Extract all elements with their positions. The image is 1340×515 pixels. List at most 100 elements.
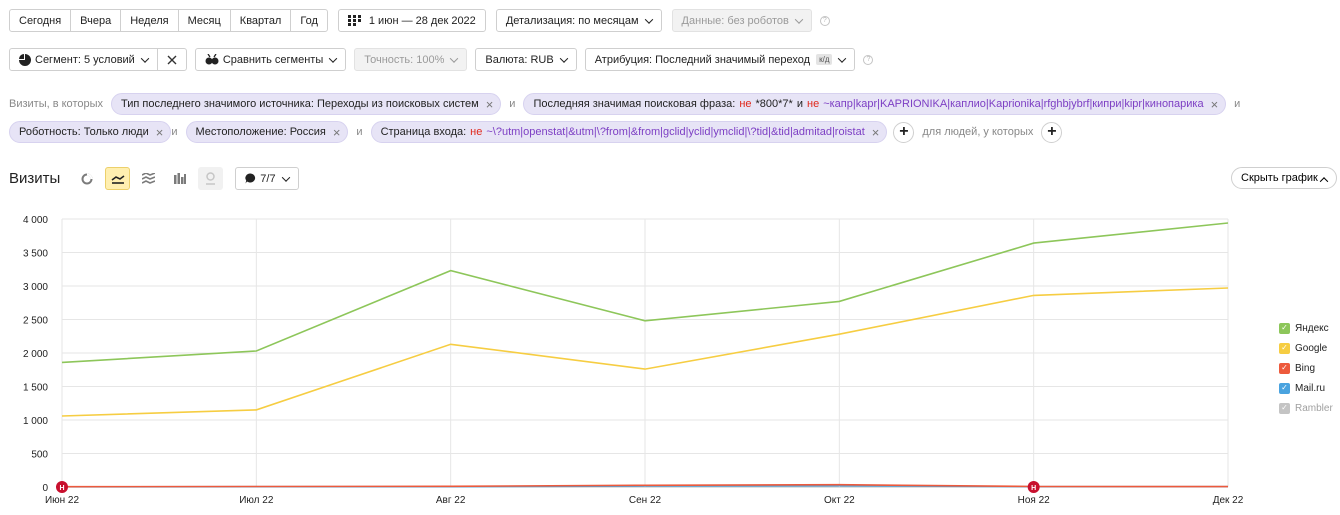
x-tick-label: Окт 22 bbox=[824, 495, 855, 506]
condition-chip-robots[interactable]: Роботность: Только люди × bbox=[9, 121, 172, 143]
compare-icon bbox=[205, 54, 219, 65]
checkbox-icon[interactable]: ✓ bbox=[1279, 322, 1290, 334]
y-tick-label: 3 000 bbox=[23, 282, 48, 293]
checkbox-icon[interactable]: ✓ bbox=[1279, 402, 1290, 414]
segment-clear-button[interactable] bbox=[156, 48, 187, 71]
chevron-down-icon bbox=[140, 53, 150, 63]
robots-label: Данные: без роботов bbox=[681, 14, 789, 27]
comment-icon bbox=[245, 173, 256, 184]
condition-chip-search-phrase[interactable]: Последняя значимая поисковая фраза: не *… bbox=[523, 93, 1227, 115]
segment-group: Сегмент: 5 условий bbox=[9, 48, 187, 71]
conjunction: и bbox=[796, 98, 803, 110]
close-icon[interactable]: × bbox=[872, 126, 880, 139]
legend-item[interactable]: ✓ Bing bbox=[1279, 358, 1333, 378]
legend-item[interactable]: ✓ Google bbox=[1279, 338, 1333, 358]
conditions-lead: Визиты, в которых bbox=[9, 98, 103, 110]
legend-label: Rambler bbox=[1295, 402, 1333, 414]
negation-label: не bbox=[807, 98, 820, 110]
condition-chip-label: Роботность: Только люди bbox=[19, 126, 149, 138]
detail-label: Детализация: по месяцам bbox=[505, 14, 639, 27]
add-people-condition-button[interactable]: + bbox=[1041, 121, 1063, 143]
negation-label: не bbox=[739, 98, 752, 110]
y-tick-label: 0 bbox=[42, 483, 48, 494]
date-range-label: 1 июн — 28 дек 2022 bbox=[368, 14, 476, 27]
condition-chip-value: *800*7* bbox=[755, 98, 793, 110]
legend-item[interactable]: ✓ Яндекс bbox=[1279, 318, 1333, 338]
segment-dropdown[interactable]: Сегмент: 5 условий bbox=[9, 48, 158, 71]
chevron-down-icon bbox=[281, 172, 290, 182]
legend-label: Bing bbox=[1295, 362, 1316, 374]
checkbox-icon[interactable]: ✓ bbox=[1279, 382, 1290, 394]
checkbox-icon[interactable]: ✓ bbox=[1279, 342, 1290, 354]
accuracy-label: Точность: 100% bbox=[364, 53, 445, 66]
attribution-dropdown[interactable]: Атрибуция: Последний значимый переход к/… bbox=[584, 48, 856, 71]
close-icon[interactable]: × bbox=[486, 98, 494, 111]
close-icon bbox=[167, 55, 177, 64]
close-icon[interactable]: × bbox=[156, 126, 164, 139]
x-tick-label: Сен 22 bbox=[629, 495, 662, 506]
condition-chip-label: Тип последнего значимого источника: Пере… bbox=[121, 98, 479, 110]
attribution-badge: к/д bbox=[816, 54, 833, 65]
period-week-button[interactable]: Неделя bbox=[120, 9, 179, 32]
toolbar-period: Сегодня Вчера Неделя Месяц Квартал Год 1… bbox=[9, 9, 830, 32]
checkbox-icon[interactable]: ✓ bbox=[1279, 362, 1290, 374]
chevron-down-icon bbox=[328, 53, 338, 63]
chevron-up-icon bbox=[1319, 177, 1329, 186]
condition-chip-value: ~капр|kapr|KAPRIONIKA|каплио|Kaprionika|… bbox=[823, 98, 1204, 110]
condition-chip-label: Последняя значимая поисковая фраза: bbox=[533, 98, 736, 110]
area-chart-type-icon[interactable] bbox=[136, 167, 161, 190]
period-selector: Сегодня Вчера Неделя Месяц Квартал Год bbox=[9, 9, 328, 32]
currency-dropdown[interactable]: Валюта: RUB bbox=[475, 48, 577, 71]
close-icon[interactable]: × bbox=[333, 126, 341, 139]
close-icon[interactable]: × bbox=[1211, 98, 1219, 111]
help-icon[interactable]: ? bbox=[863, 54, 874, 65]
legend-item[interactable]: ✓ Mail.ru bbox=[1279, 378, 1333, 398]
condition-chip-location[interactable]: Местоположение: Россия × bbox=[185, 121, 349, 143]
x-tick-label: Дек 22 bbox=[1213, 495, 1244, 506]
y-tick-label: 500 bbox=[31, 450, 48, 461]
legend-label: Mail.ru bbox=[1295, 382, 1326, 394]
period-yesterday-button[interactable]: Вчера bbox=[70, 9, 122, 32]
pie-chart-type-icon[interactable] bbox=[74, 167, 99, 190]
hide-chart-button[interactable]: Скрыть график bbox=[1231, 167, 1337, 189]
period-year-button[interactable]: Год bbox=[290, 9, 328, 32]
pie-chart-icon bbox=[19, 53, 31, 66]
y-tick-label: 1 000 bbox=[23, 416, 48, 427]
map-pin-icon[interactable] bbox=[198, 167, 224, 190]
chevron-down-icon bbox=[838, 53, 847, 63]
visits-line-chart: 0 500 1 000 1 500 2 000 2 500 3 000 3 500 4 000 И… bbox=[23, 215, 1244, 506]
period-month-button[interactable]: Месяц bbox=[177, 9, 231, 32]
conjunction: и bbox=[509, 98, 516, 110]
hide-chart-label: Скрыть график bbox=[1241, 172, 1318, 184]
annotations-dropdown[interactable]: 7/7 bbox=[235, 167, 299, 190]
currency-label: Валюта: RUB bbox=[485, 53, 554, 66]
y-tick-label: 4 000 bbox=[23, 215, 48, 226]
period-today-button[interactable]: Сегодня bbox=[9, 9, 72, 32]
conjunction: и bbox=[1234, 98, 1241, 110]
x-tick-label: Авг 22 bbox=[436, 495, 466, 506]
bar-chart-type-icon[interactable] bbox=[167, 167, 192, 190]
condition-chip-value: ~\?utm|openstat|&utm|\?from|&from|gclid|… bbox=[486, 126, 865, 138]
attribution-label: Атрибуция: Последний значимый переход bbox=[594, 53, 811, 66]
help-icon[interactable]: ? bbox=[819, 15, 830, 26]
detail-dropdown[interactable]: Детализация: по месяцам bbox=[495, 9, 662, 32]
line-chart-type-icon[interactable] bbox=[105, 167, 131, 190]
add-condition-button[interactable]: + bbox=[893, 121, 915, 143]
date-range-button[interactable]: 1 июн — 28 дек 2022 bbox=[337, 9, 486, 32]
legend-item[interactable]: ✓ Rambler bbox=[1279, 398, 1333, 418]
x-tick-label: Июл 22 bbox=[239, 495, 274, 506]
negation-label: не bbox=[470, 126, 483, 138]
annotation-marker-label: Н bbox=[59, 485, 64, 492]
period-quarter-button[interactable]: Квартал bbox=[229, 9, 292, 32]
accuracy-dropdown[interactable]: Точность: 100% bbox=[354, 48, 468, 71]
chevron-down-icon bbox=[450, 53, 459, 63]
robots-dropdown[interactable]: Данные: без роботов bbox=[671, 9, 812, 32]
conjunction: и bbox=[171, 126, 178, 138]
chevron-down-icon bbox=[559, 53, 568, 63]
condition-chip-entry-page[interactable]: Страница входа: не ~\?utm|openstat|&utm|… bbox=[370, 121, 888, 143]
compare-segments-dropdown[interactable]: Сравнить сегменты bbox=[194, 48, 347, 71]
compare-label: Сравнить сегменты bbox=[222, 53, 324, 66]
condition-chip-source[interactable]: Тип последнего значимого источника: Пере… bbox=[111, 93, 502, 115]
segment-conditions: Визиты, в которых Тип последнего значимо… bbox=[9, 93, 1334, 143]
y-tick-label: 3 500 bbox=[23, 249, 48, 260]
